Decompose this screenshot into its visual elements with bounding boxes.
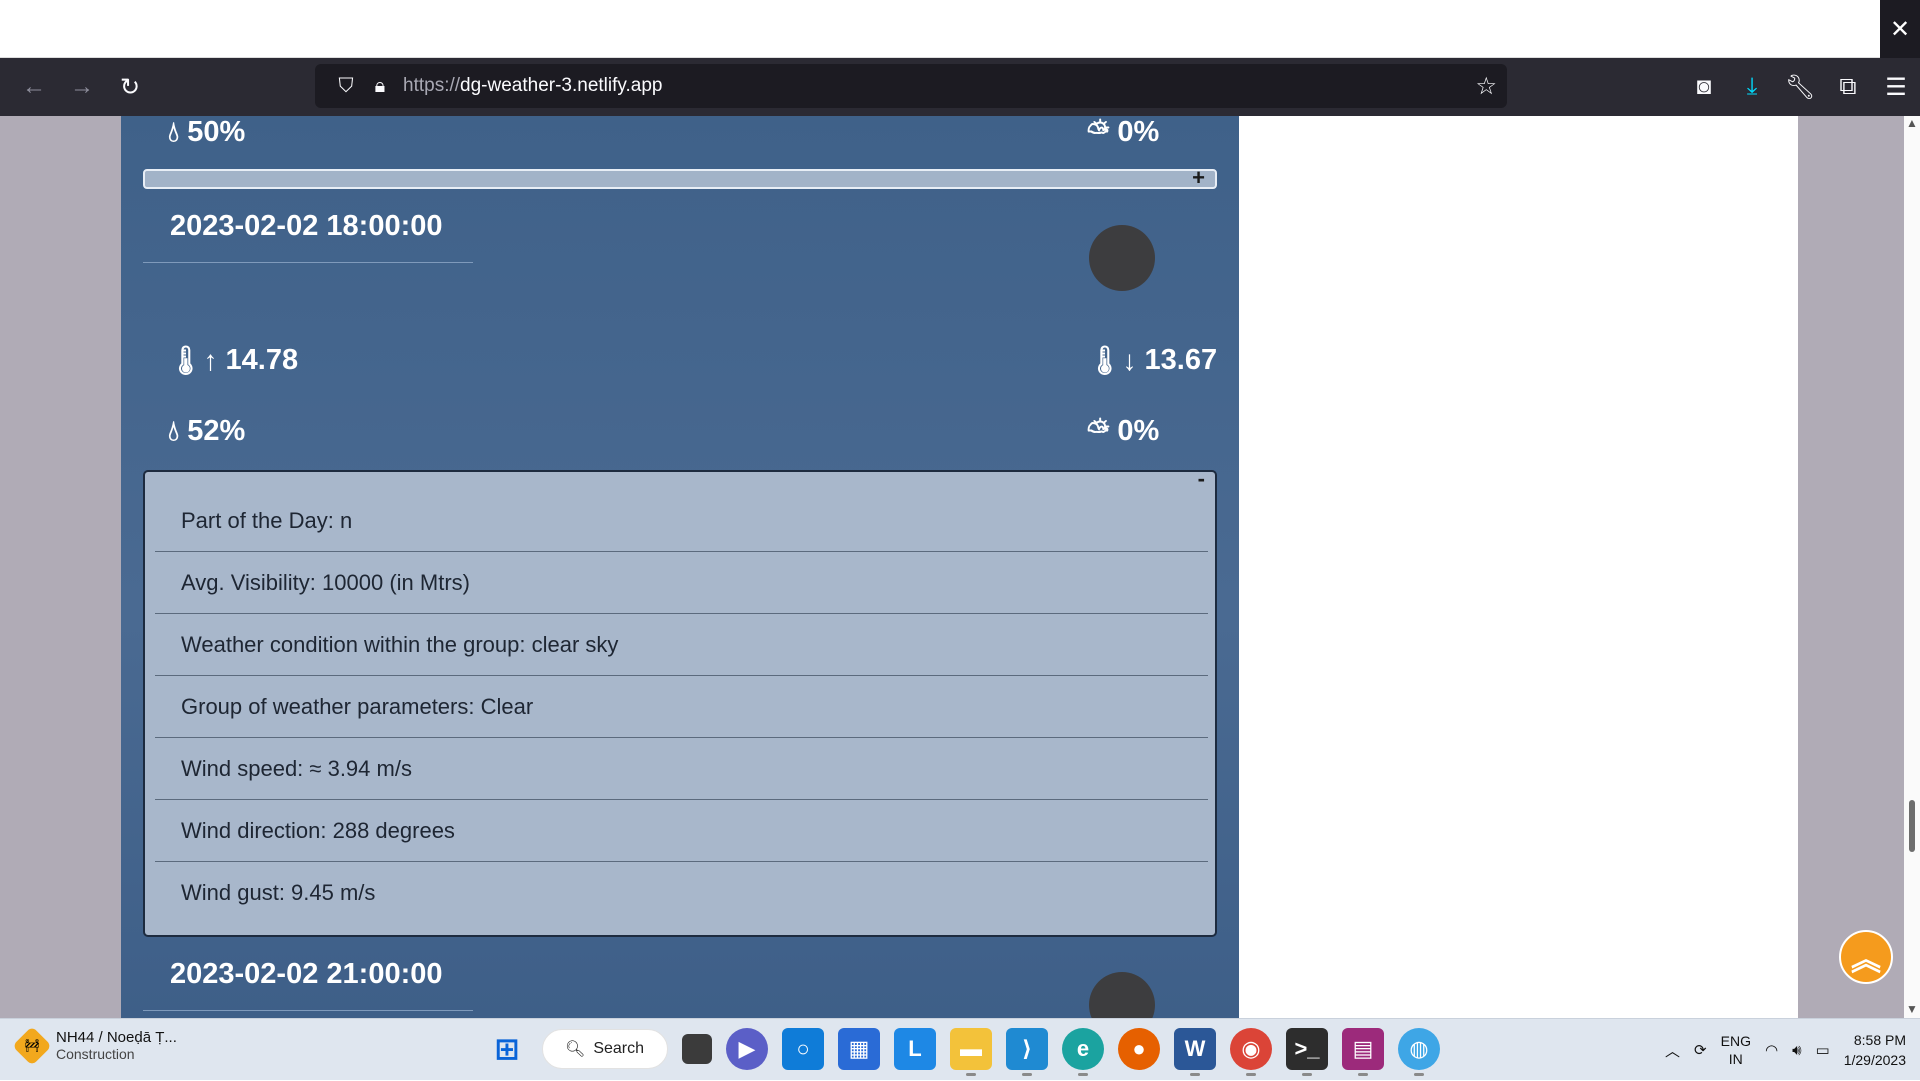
search-label: Search <box>593 1040 645 1057</box>
lock-icon[interactable]: 🔒︎ <box>363 75 397 98</box>
back-button[interactable]: ← <box>10 67 58 107</box>
windows-start-icon[interactable]: ⊞ <box>486 1028 528 1070</box>
temp-min: 🌡︎↓ 13.67 <box>1087 344 1217 377</box>
browser-toolbar: ← → ↻ ⛉ 🔒︎ https://dg-weather-3.netlify.… <box>0 58 1920 116</box>
system-tray: ︿ ⟳ ENG IN ◠ 🔊︎ ▭ 8:58 PM 1/29/2023 <box>1665 1019 1906 1081</box>
clock-date: 1/29/2023 <box>1843 1052 1906 1068</box>
temp-min-value: 13.67 <box>1144 344 1218 376</box>
detail-weather-group: Group of weather parameters: Clear <box>155 676 1208 738</box>
store-icon[interactable]: ▦ <box>838 1028 880 1070</box>
vscode-icon[interactable]: ⟩ <box>1006 1028 1048 1076</box>
url-protocol: https:// <box>403 75 461 96</box>
windows-taskbar: 🚧︎ NH44 / Noeḍā Ṭ... Construction ⊞ 🔍︎ S… <box>0 1018 1920 1080</box>
scroll-up-arrow-icon[interactable]: ▲ <box>1906 116 1918 130</box>
scrollbar-thumb[interactable] <box>1909 800 1915 852</box>
weather-condition-icon <box>1089 225 1155 291</box>
collapse-toggle[interactable]: - <box>1198 466 1205 492</box>
detail-visibility: Avg. Visibility: 10000 (in Mtrs) <box>155 552 1208 614</box>
forecast-details-expanded: - Part of the Day: n Avg. Visibility: 10… <box>143 466 1217 937</box>
prev-clouds: ⛅︎ 0% <box>1087 116 1159 149</box>
extensions-icon[interactable]: ⧉ <box>1824 67 1872 107</box>
lang-bottom: IN <box>1728 1051 1743 1067</box>
battery-icon[interactable]: ▭ <box>1816 1041 1830 1059</box>
construction-sign-icon: 🚧︎ <box>12 1025 52 1066</box>
cloud-sun-icon: ⛅︎ <box>1087 415 1110 446</box>
datetime-divider <box>143 262 473 263</box>
edge-icon[interactable]: e <box>1062 1028 1104 1076</box>
next-weather-condition-icon <box>1089 972 1155 1018</box>
page-scrollbar[interactable]: ▲ ▼ <box>1904 116 1920 1018</box>
cloud-sun-icon: ⛅︎ <box>1087 116 1110 147</box>
file-explorer-icon[interactable]: ▬ <box>950 1028 992 1076</box>
bookmark-star-icon[interactable]: ☆ <box>1475 72 1497 101</box>
forecast-datetime: 2023-02-02 18:00:00 <box>170 210 443 242</box>
detail-wind-gust: Wind gust: 9.45 m/s <box>181 880 376 905</box>
detail-weather-condition: Weather condition within the group: clea… <box>155 614 1208 676</box>
clouds-value: 0% <box>1117 415 1160 447</box>
shield-icon[interactable]: ⛉ <box>329 75 363 98</box>
prev-details-collapsed[interactable]: + <box>143 165 1217 190</box>
prev-humidity-value: 50% <box>187 116 246 148</box>
downloads-icon[interactable]: ⤓ <box>1728 67 1776 107</box>
page-viewport: 💧︎ 50% ⛅︎ 0% + 2023-02-02 18:00:00 🌡︎↑ 1… <box>0 116 1920 1018</box>
cortana-icon[interactable]: ○ <box>782 1028 824 1070</box>
forecast-panel: 💧︎ 50% ⛅︎ 0% + 2023-02-02 18:00:00 🌡︎↑ 1… <box>121 116 1239 1018</box>
globe-app-icon[interactable]: ◍ <box>1398 1028 1440 1076</box>
droplet-icon: 💧︎ <box>168 415 180 446</box>
sync-icon[interactable]: ⟳ <box>1694 1041 1707 1059</box>
page-margin-right <box>1798 116 1904 1018</box>
wifi-icon[interactable]: ◠ <box>1765 1041 1778 1059</box>
window-titlebar: ✕ <box>0 0 1920 58</box>
expand-toggle[interactable]: + <box>1192 165 1205 191</box>
droplet-icon: 💧︎ <box>168 116 180 147</box>
wrench-icon[interactable]: 🔧︎ <box>1776 67 1824 107</box>
chrome-icon[interactable]: ◉ <box>1230 1028 1272 1076</box>
language-indicator[interactable]: ENG IN <box>1721 1032 1751 1068</box>
teams-chat-icon[interactable]: ▶ <box>726 1028 768 1070</box>
l-app-icon[interactable]: L <box>894 1028 936 1070</box>
url-host: dg-weather-3.netlify.app <box>460 75 663 96</box>
humidity: 💧︎ 52% <box>168 415 245 448</box>
scroll-to-top-button[interactable]: ︽ <box>1839 930 1893 984</box>
page-margin-left <box>0 116 121 1018</box>
humidity-value: 52% <box>187 415 246 447</box>
news-subtitle: Construction <box>56 1046 135 1062</box>
thermometer-down-icon: 🌡︎↓ <box>1087 345 1137 376</box>
taskbar-apps: ⊞ 🔍︎ Search ▶ ○ ▦ L ▬ ⟩ e ● W ◉ >_ ▤ ◍ <box>486 1028 1440 1076</box>
detail-part-of-day: Part of the Day: n <box>155 490 1208 552</box>
next-forecast-datetime: 2023-02-02 21:00:00 <box>170 958 443 990</box>
prev-clouds-value: 0% <box>1117 116 1160 148</box>
url-text[interactable]: https://dg-weather-3.netlify.app <box>403 75 662 97</box>
detail-wind-direction: Wind direction: 288 degrees <box>155 800 1208 862</box>
menu-icon[interactable]: ☰ <box>1872 67 1920 107</box>
search-icon: 🔍︎ <box>565 1041 586 1058</box>
pocket-icon[interactable]: ◙ <box>1680 67 1728 107</box>
clouds: ⛅︎ 0% <box>1087 415 1159 448</box>
word-icon[interactable]: W <box>1174 1028 1216 1076</box>
news-widget[interactable]: 🚧︎ NH44 / Noeḍā Ṭ... Construction <box>12 1025 177 1066</box>
address-bar[interactable]: ⛉ 🔒︎ https://dg-weather-3.netlify.app ☆ <box>315 64 1507 108</box>
reload-button[interactable]: ↻ <box>106 67 154 107</box>
close-window-button[interactable]: ✕ <box>1880 0 1920 58</box>
next-datetime-divider <box>143 1010 473 1011</box>
firefox-icon[interactable]: ● <box>1118 1028 1160 1070</box>
taskbar-search[interactable]: 🔍︎ Search <box>542 1029 668 1069</box>
detail-wind-speed: Wind speed: ≈ 3.94 m/s <box>155 738 1208 800</box>
temp-max-value: 14.78 <box>225 344 299 376</box>
temp-max: 🌡︎↑ 14.78 <box>168 344 298 377</box>
thermometer-up-icon: 🌡︎↑ <box>168 345 218 376</box>
clock[interactable]: 8:58 PM 1/29/2023 <box>1844 1030 1906 1070</box>
terminal-icon[interactable]: >_ <box>1286 1028 1328 1076</box>
lang-top: ENG <box>1720 1033 1751 1049</box>
winrar-icon[interactable]: ▤ <box>1342 1028 1384 1076</box>
scroll-down-arrow-icon[interactable]: ▼ <box>1906 1002 1918 1016</box>
clock-time: 8:58 PM <box>1853 1032 1906 1048</box>
task-view-icon[interactable] <box>682 1034 712 1064</box>
volume-icon[interactable]: 🔊︎ <box>1792 1042 1801 1059</box>
chevron-up-icon[interactable]: ︿ <box>1665 1040 1680 1061</box>
news-title: NH44 / Noeḍā Ṭ... <box>56 1029 177 1046</box>
forward-button[interactable]: → <box>58 67 106 107</box>
prev-humidity: 💧︎ 50% <box>168 116 245 149</box>
